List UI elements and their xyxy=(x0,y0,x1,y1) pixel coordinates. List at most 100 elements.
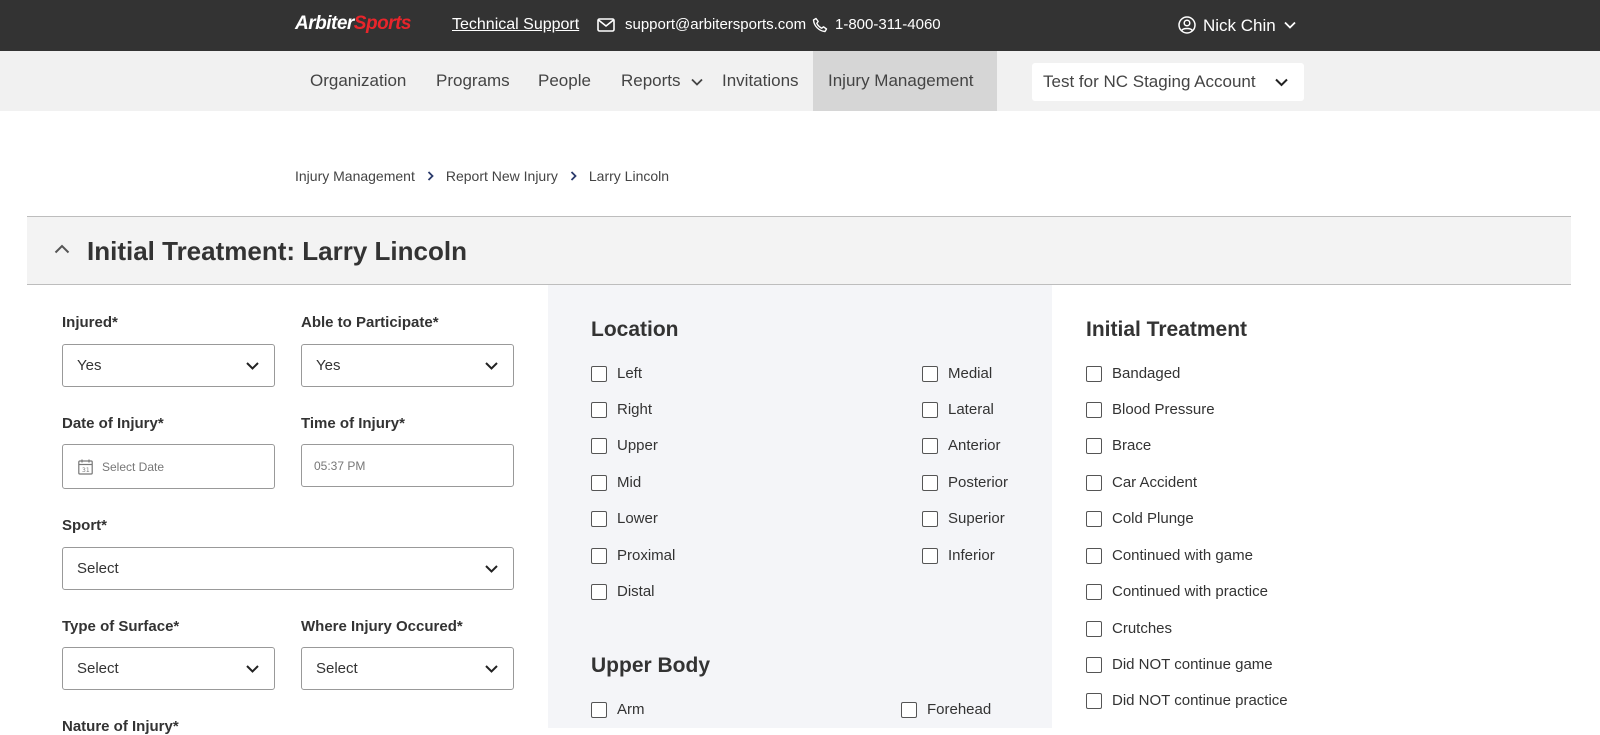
upper-body-title: Upper Body xyxy=(591,654,711,677)
time-of-injury-label: Time of Injury* xyxy=(301,415,405,432)
checkbox-arm[interactable]: Arm xyxy=(591,701,645,718)
checkbox-box[interactable] xyxy=(922,437,938,454)
svg-text:31: 31 xyxy=(82,467,90,474)
checkbox-box[interactable] xyxy=(1086,656,1102,673)
support-phone[interactable]: 1-800-311-4060 xyxy=(835,16,941,33)
checkbox-box[interactable] xyxy=(1086,547,1102,564)
able-to-participate-select[interactable]: Yes xyxy=(301,344,514,387)
nav-item-organization[interactable]: Organization xyxy=(310,51,406,111)
checkbox-box[interactable] xyxy=(591,474,607,491)
checkbox-box[interactable] xyxy=(1086,692,1102,709)
where-injury-occured-select[interactable]: Select xyxy=(301,647,514,690)
checkbox-bandaged[interactable]: Bandaged xyxy=(1086,365,1180,382)
checkbox-label: Continued with practice xyxy=(1112,583,1268,600)
date-of-injury-label: Date of Injury* xyxy=(62,415,164,432)
checkbox-did-not-continue-game[interactable]: Did NOT continue game xyxy=(1086,656,1273,673)
calendar-icon: 31 xyxy=(78,459,93,475)
section-header: Initial Treatment: Larry Lincoln xyxy=(27,216,1571,285)
checkbox-label: Bandaged xyxy=(1112,365,1181,382)
checkbox-continued-with-game[interactable]: Continued with game xyxy=(1086,547,1253,564)
checkbox-label: Crutches xyxy=(1112,620,1173,637)
account-selector[interactable]: Test for NC Staging Account xyxy=(1032,63,1304,101)
nav-item-injury-management[interactable]: Injury Management xyxy=(813,51,997,111)
checkbox-box[interactable] xyxy=(591,701,607,718)
checkbox-blood-pressure[interactable]: Blood Pressure xyxy=(1086,401,1215,418)
checkbox-label: Right xyxy=(617,401,653,418)
checkbox-label: Lateral xyxy=(948,401,994,418)
checkbox-distal[interactable]: Distal xyxy=(591,583,655,600)
chevron-down-icon xyxy=(246,362,259,370)
checkbox-mid[interactable]: Mid xyxy=(591,474,641,491)
nav-item-reports-label: Reports xyxy=(621,71,681,90)
checkbox-box[interactable] xyxy=(922,547,938,564)
checkbox-did-not-continue-practice[interactable]: Did NOT continue practice xyxy=(1086,692,1288,709)
user-menu[interactable]: Nick Chin xyxy=(1203,16,1276,36)
nature-of-injury-label: Nature of Injury* xyxy=(62,718,179,735)
sport-select[interactable]: Select xyxy=(62,547,514,590)
checkbox-label: Car Accident xyxy=(1112,474,1198,491)
chevron-down-icon[interactable] xyxy=(1284,21,1296,29)
nav-item-reports[interactable]: Reports xyxy=(621,51,703,111)
checkbox-box[interactable] xyxy=(591,365,607,382)
checkbox-proximal[interactable]: Proximal xyxy=(591,547,675,564)
chevron-down-icon xyxy=(691,78,703,86)
checkbox-upper[interactable]: Upper xyxy=(591,437,658,454)
checkbox-box[interactable] xyxy=(1086,583,1102,600)
checkbox-label: Arm xyxy=(617,701,645,718)
breadcrumb-injury-management[interactable]: Injury Management xyxy=(295,168,415,184)
able-to-participate-label: Able to Participate* xyxy=(301,314,439,331)
checkbox-box[interactable] xyxy=(591,583,607,600)
checkbox-posterior[interactable]: Posterior xyxy=(922,474,1008,491)
checkbox-box[interactable] xyxy=(591,437,607,454)
technical-support-link[interactable]: Technical Support xyxy=(452,16,579,34)
support-email[interactable]: support@arbitersports.com xyxy=(625,16,806,33)
nav-item-programs[interactable]: Programs xyxy=(436,51,510,111)
chevron-up-icon[interactable] xyxy=(54,244,70,254)
checkbox-inferior[interactable]: Inferior xyxy=(922,547,995,564)
checkbox-lateral[interactable]: Lateral xyxy=(922,401,994,418)
checkbox-forehead[interactable]: Forehead xyxy=(901,701,991,718)
injured-select[interactable]: Yes xyxy=(62,344,275,387)
checkbox-box[interactable] xyxy=(901,701,917,718)
checkbox-label: Anterior xyxy=(948,437,1001,454)
checkbox-box[interactable] xyxy=(922,365,938,382)
checkbox-car-accident[interactable]: Car Accident xyxy=(1086,474,1197,491)
checkbox-right[interactable]: Right xyxy=(591,401,652,418)
checkbox-crutches[interactable]: Crutches xyxy=(1086,620,1172,637)
arbitersports-logo[interactable]: ArbiterSports xyxy=(295,13,411,35)
checkbox-box[interactable] xyxy=(922,510,938,527)
date-of-injury-input[interactable]: 31 Select Date xyxy=(62,444,275,489)
injured-label: Injured* xyxy=(62,314,118,331)
checkbox-box[interactable] xyxy=(591,510,607,527)
chevron-down-icon xyxy=(485,362,498,370)
type-of-surface-select[interactable]: Select xyxy=(62,647,275,690)
date-of-injury-placeholder: Select Date xyxy=(102,460,165,474)
checkbox-box[interactable] xyxy=(1086,510,1102,527)
checkbox-label: Left xyxy=(617,365,643,382)
checkbox-continued-with-practice[interactable]: Continued with practice xyxy=(1086,583,1268,600)
checkbox-label: Cold Plunge xyxy=(1112,510,1194,527)
checkbox-box[interactable] xyxy=(1086,365,1102,382)
checkbox-box[interactable] xyxy=(591,401,607,418)
checkbox-box[interactable] xyxy=(1086,474,1102,491)
breadcrumb: Injury Management Report New Injury Larr… xyxy=(295,168,669,184)
time-of-injury-input[interactable]: 05:37 PM xyxy=(301,444,514,487)
checkbox-box[interactable] xyxy=(922,474,938,491)
breadcrumb-report-new-injury[interactable]: Report New Injury xyxy=(446,168,558,184)
checkbox-box[interactable] xyxy=(922,401,938,418)
checkbox-box[interactable] xyxy=(591,547,607,564)
checkbox-anterior[interactable]: Anterior xyxy=(922,437,1001,454)
checkbox-label: Lower xyxy=(617,510,658,527)
checkbox-left[interactable]: Left xyxy=(591,365,642,382)
account-selector-value: Test for NC Staging Account xyxy=(1043,72,1256,91)
checkbox-lower[interactable]: Lower xyxy=(591,510,658,527)
checkbox-cold-plunge[interactable]: Cold Plunge xyxy=(1086,510,1194,527)
checkbox-box[interactable] xyxy=(1086,437,1102,454)
checkbox-brace[interactable]: Brace xyxy=(1086,437,1151,454)
checkbox-box[interactable] xyxy=(1086,620,1102,637)
nav-item-people[interactable]: People xyxy=(538,51,591,111)
checkbox-box[interactable] xyxy=(1086,401,1102,418)
checkbox-medial[interactable]: Medial xyxy=(922,365,992,382)
nav-item-invitations[interactable]: Invitations xyxy=(722,51,799,111)
checkbox-superior[interactable]: Superior xyxy=(922,510,1005,527)
